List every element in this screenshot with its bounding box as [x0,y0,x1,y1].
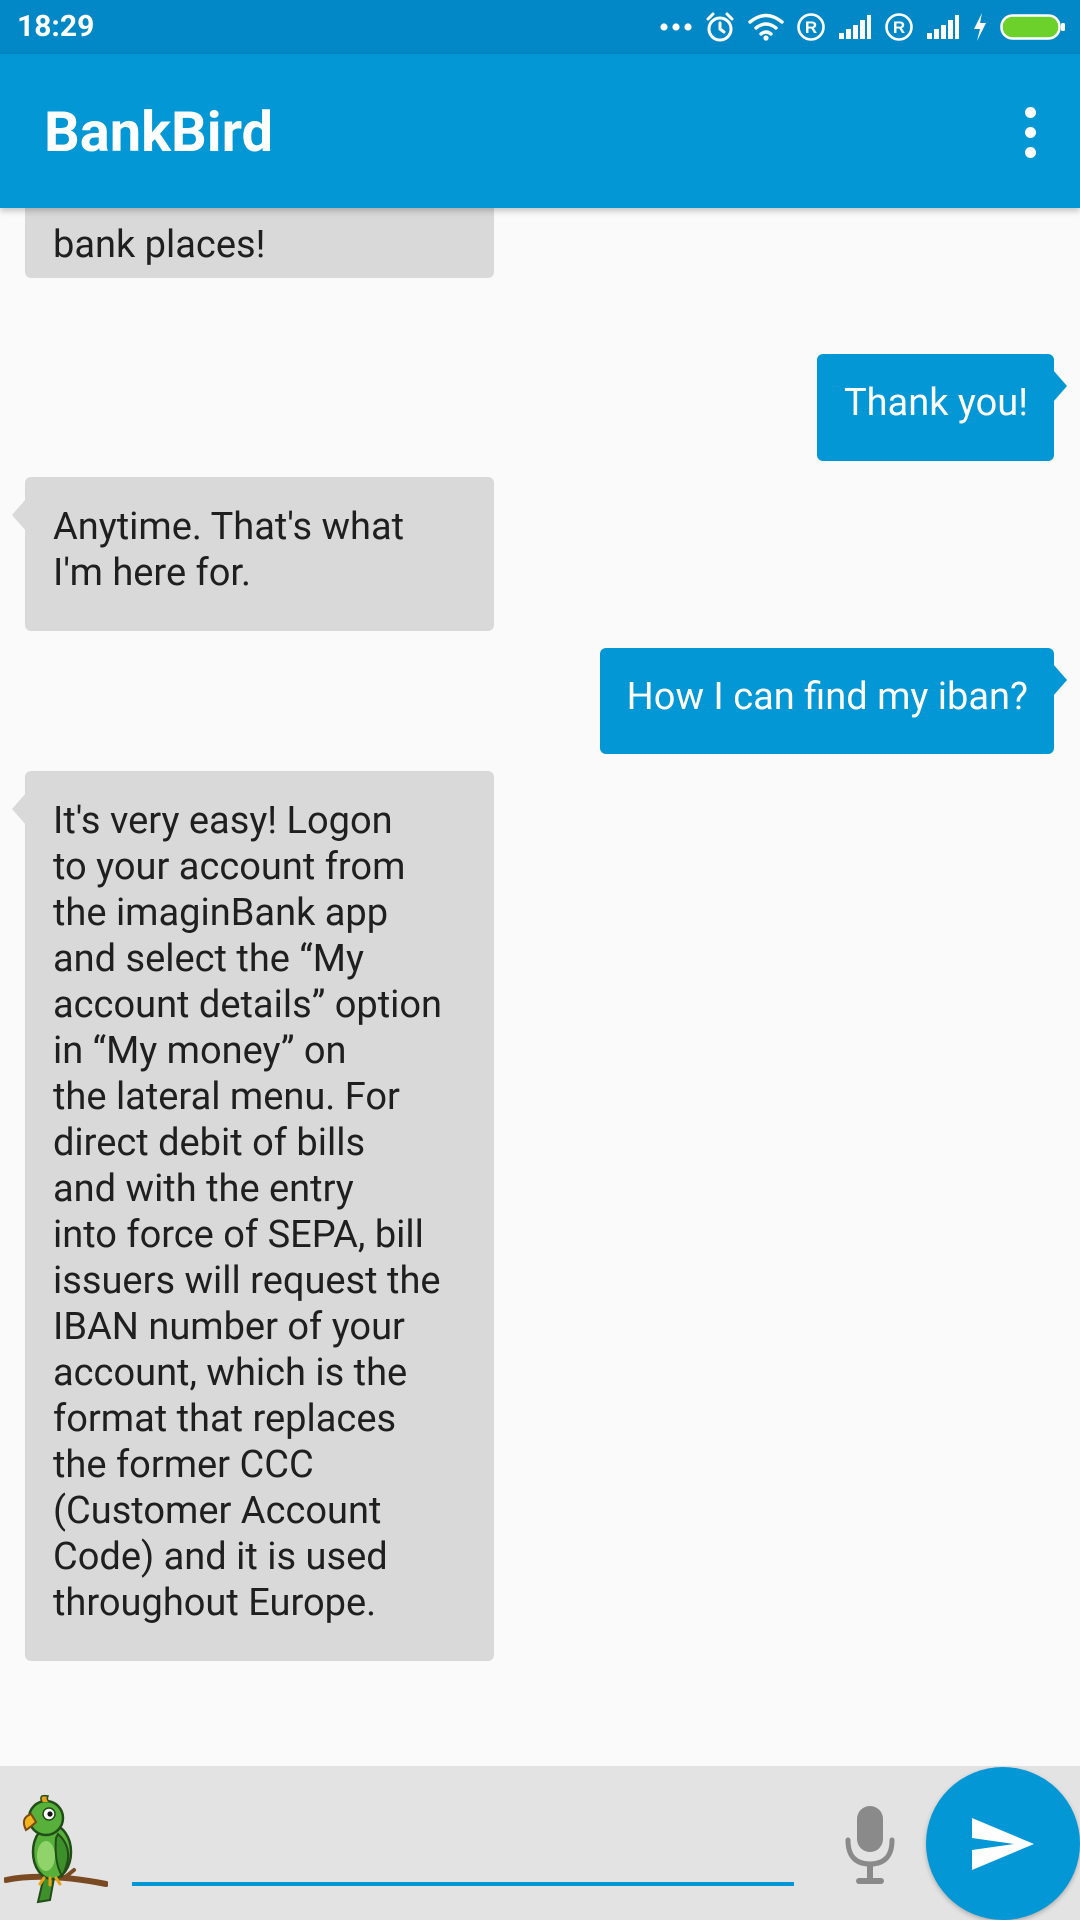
status-icons: R R [660,8,1066,46]
user-message: How I can find my iban? [599,648,1068,754]
message-text: Anytime. That's what I'm here for. [53,505,405,595]
parrot-mascot-icon[interactable] [4,1792,108,1904]
chat-message-list[interactable]: bank places! Thank you! Anytime. That's … [0,208,1080,1766]
message-text: bank places! [53,223,266,267]
signal-icon-2 [927,15,959,39]
status-time: 18:29 [17,9,95,44]
overflow-menu-icon[interactable] [1006,100,1054,164]
wifi-icon [748,13,784,41]
roaming-r-icon-2: R [885,13,913,41]
message-input[interactable] [132,1806,794,1886]
user-message: Thank you! [816,354,1068,461]
input-bar [0,1766,1080,1920]
bot-message: bank places! [25,208,494,278]
charging-icon [974,13,986,41]
bot-message: It's very easy! Logon to your account fr… [12,771,494,1661]
microphone-icon[interactable] [840,1802,900,1888]
app-title: BankBird [44,99,274,165]
app-bar: BankBird [0,54,1080,208]
roaming-r-icon: R [797,13,825,41]
send-icon [972,1817,1034,1870]
message-text: It's very easy! Logon to your account fr… [53,799,443,1625]
svg-text:R: R [893,18,905,37]
signal-icon [839,15,871,39]
more-notifications-icon [660,23,692,31]
alarm-icon [706,12,734,42]
svg-text:R: R [805,18,817,37]
status-bar: 18:29 R R [0,0,1080,54]
bot-message: Anytime. That's what I'm here for. [12,477,494,631]
message-text: How I can find my iban? [626,675,1028,719]
send-button[interactable] [926,1767,1080,1920]
message-text: Thank you! [843,381,1028,425]
battery-icon [1000,14,1065,40]
